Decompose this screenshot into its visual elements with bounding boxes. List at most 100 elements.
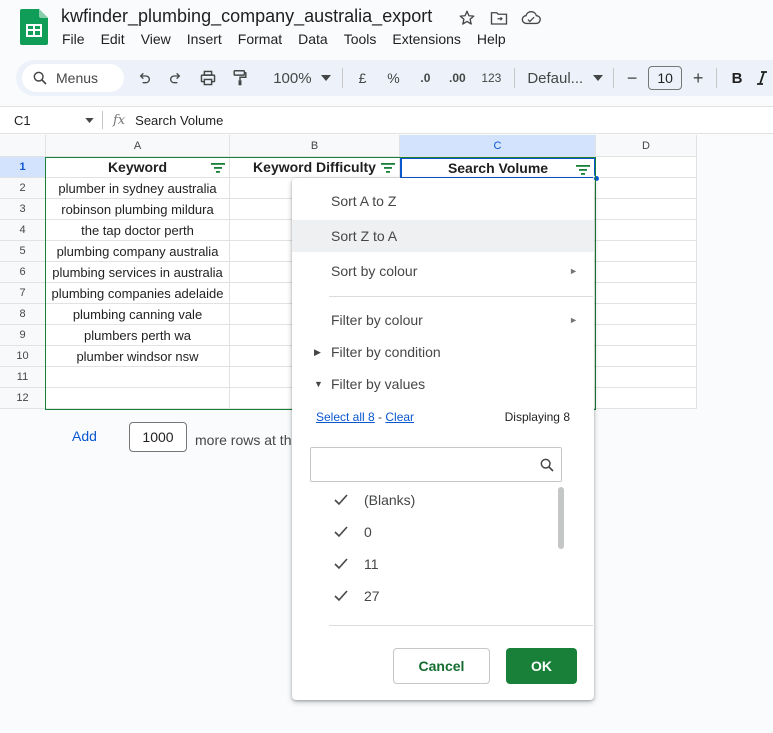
row-header[interactable]: 12 bbox=[0, 388, 46, 409]
menu-file[interactable]: File bbox=[54, 30, 93, 48]
menus-search[interactable]: Menus bbox=[22, 64, 124, 92]
paint-format-icon[interactable] bbox=[226, 64, 254, 92]
column-header-c[interactable]: C bbox=[400, 135, 596, 157]
cell[interactable] bbox=[46, 367, 230, 388]
cell[interactable] bbox=[596, 325, 697, 346]
menu-tools[interactable]: Tools bbox=[336, 30, 385, 48]
row-header[interactable]: 2 bbox=[0, 178, 46, 199]
menu-view[interactable]: View bbox=[133, 30, 179, 48]
cell[interactable] bbox=[596, 178, 697, 199]
filter-by-values[interactable]: ▼ Filter by values bbox=[292, 368, 594, 400]
move-folder-icon[interactable] bbox=[488, 8, 510, 28]
select-all-link[interactable]: Select all 8 bbox=[316, 410, 375, 424]
row-header[interactable]: 7 bbox=[0, 283, 46, 304]
cell[interactable] bbox=[596, 367, 697, 388]
filter-icon[interactable] bbox=[576, 164, 590, 176]
number-format-button[interactable]: 123 bbox=[474, 64, 508, 92]
star-icon[interactable] bbox=[456, 8, 478, 28]
sort-z-to-a[interactable]: Sort Z to A bbox=[292, 220, 594, 252]
row-header[interactable]: 5 bbox=[0, 241, 46, 262]
value-item[interactable]: (Blanks) bbox=[334, 484, 415, 516]
document-title[interactable]: kwfinder_plumbing_company_australia_expo… bbox=[61, 6, 432, 27]
cell[interactable] bbox=[596, 199, 697, 220]
header-cell[interactable]: Keyword Difficulty bbox=[230, 157, 400, 178]
menu-data[interactable]: Data bbox=[290, 30, 336, 48]
row-header[interactable]: 8 bbox=[0, 304, 46, 325]
select-all-corner[interactable] bbox=[0, 135, 46, 157]
font-select[interactable]: Defaul... bbox=[521, 64, 589, 92]
chevron-down-icon[interactable] bbox=[85, 117, 94, 123]
menu-edit[interactable]: Edit bbox=[93, 30, 133, 48]
row-header[interactable]: 9 bbox=[0, 325, 46, 346]
cell[interactable] bbox=[596, 346, 697, 367]
menu-insert[interactable]: Insert bbox=[179, 30, 230, 48]
fill-handle[interactable] bbox=[593, 175, 600, 182]
row-header[interactable]: 4 bbox=[0, 220, 46, 241]
header-cell[interactable]: Keyword bbox=[46, 157, 230, 178]
keyword-cell[interactable]: plumbing company australia bbox=[46, 241, 230, 262]
keyword-cell[interactable]: plumber in sydney australia bbox=[46, 178, 230, 199]
keyword-cell[interactable]: plumber windsor nsw bbox=[46, 346, 230, 367]
column-header-d[interactable]: D bbox=[596, 135, 697, 157]
decrease-decimal-button[interactable]: .0 bbox=[410, 64, 440, 92]
add-rows-button[interactable]: Add bbox=[72, 428, 97, 444]
clear-link[interactable]: Clear bbox=[385, 410, 414, 424]
cell[interactable] bbox=[596, 220, 697, 241]
row-header[interactable]: 6 bbox=[0, 262, 46, 283]
cell[interactable] bbox=[596, 283, 697, 304]
font-size-decrease-button[interactable]: − bbox=[620, 64, 644, 92]
values-scrollbar[interactable] bbox=[558, 487, 564, 549]
filter-icon[interactable] bbox=[381, 162, 395, 174]
sheets-logo-icon[interactable] bbox=[20, 9, 48, 45]
cancel-button[interactable]: Cancel bbox=[393, 648, 490, 684]
keyword-cell[interactable]: plumbers perth wa bbox=[46, 325, 230, 346]
keyword-cell[interactable]: robinson plumbing mildura bbox=[46, 199, 230, 220]
value-item[interactable]: 11 bbox=[334, 548, 379, 580]
column-header-b[interactable]: B bbox=[230, 135, 400, 157]
row-header[interactable]: 1 bbox=[0, 157, 46, 178]
name-box[interactable]: C1 bbox=[0, 113, 102, 128]
row-header[interactable]: 10 bbox=[0, 346, 46, 367]
sort-a-to-z[interactable]: Sort A to Z bbox=[292, 185, 594, 217]
keyword-cell[interactable]: the tap doctor perth bbox=[46, 220, 230, 241]
cloud-saved-icon[interactable] bbox=[520, 8, 542, 28]
menu-format[interactable]: Format bbox=[230, 30, 290, 48]
font-size-increase-button[interactable]: + bbox=[686, 64, 710, 92]
cell[interactable] bbox=[596, 388, 697, 409]
menu-help[interactable]: Help bbox=[469, 30, 514, 48]
keyword-cell[interactable]: plumbing canning vale bbox=[46, 304, 230, 325]
values-search-input[interactable] bbox=[310, 447, 562, 482]
undo-icon[interactable] bbox=[126, 64, 162, 92]
cell[interactable] bbox=[596, 157, 697, 178]
keyword-cell[interactable]: plumbing companies adelaide bbox=[46, 283, 230, 304]
font-size-input[interactable]: 10 bbox=[648, 66, 683, 90]
keyword-cell[interactable]: plumbing services in australia bbox=[46, 262, 230, 283]
ok-button[interactable]: OK bbox=[506, 648, 577, 684]
value-item[interactable]: 27 bbox=[334, 580, 380, 612]
row-header[interactable]: 3 bbox=[0, 199, 46, 220]
currency-button[interactable]: £ bbox=[349, 64, 377, 92]
formula-input[interactable]: Search Volume bbox=[135, 113, 223, 128]
cell[interactable] bbox=[596, 241, 697, 262]
cell[interactable] bbox=[46, 388, 230, 409]
italic-icon[interactable] bbox=[751, 64, 773, 92]
cell[interactable] bbox=[596, 304, 697, 325]
filter-by-condition[interactable]: ▶ Filter by condition bbox=[292, 336, 594, 368]
sort-by-colour[interactable]: Sort by colour ► bbox=[292, 255, 594, 287]
increase-decimal-button[interactable]: .00 bbox=[440, 64, 474, 92]
column-header-a[interactable]: A bbox=[46, 135, 230, 157]
print-icon[interactable] bbox=[190, 64, 226, 92]
filter-by-colour[interactable]: Filter by colour ► bbox=[292, 304, 594, 336]
redo-icon[interactable] bbox=[162, 64, 190, 92]
cell[interactable] bbox=[596, 262, 697, 283]
zoom-select[interactable]: 100% bbox=[254, 64, 316, 92]
header-cell[interactable]: Search Volume bbox=[400, 157, 596, 179]
row-header[interactable]: 11 bbox=[0, 367, 46, 388]
menu-extensions[interactable]: Extensions bbox=[384, 30, 468, 48]
bold-button[interactable]: B bbox=[723, 64, 751, 92]
chevron-down-icon[interactable] bbox=[589, 64, 607, 92]
chevron-down-icon[interactable] bbox=[316, 64, 336, 92]
percent-button[interactable]: % bbox=[377, 64, 411, 92]
rows-count-input[interactable]: 1000 bbox=[129, 422, 187, 452]
filter-icon[interactable] bbox=[211, 162, 225, 174]
